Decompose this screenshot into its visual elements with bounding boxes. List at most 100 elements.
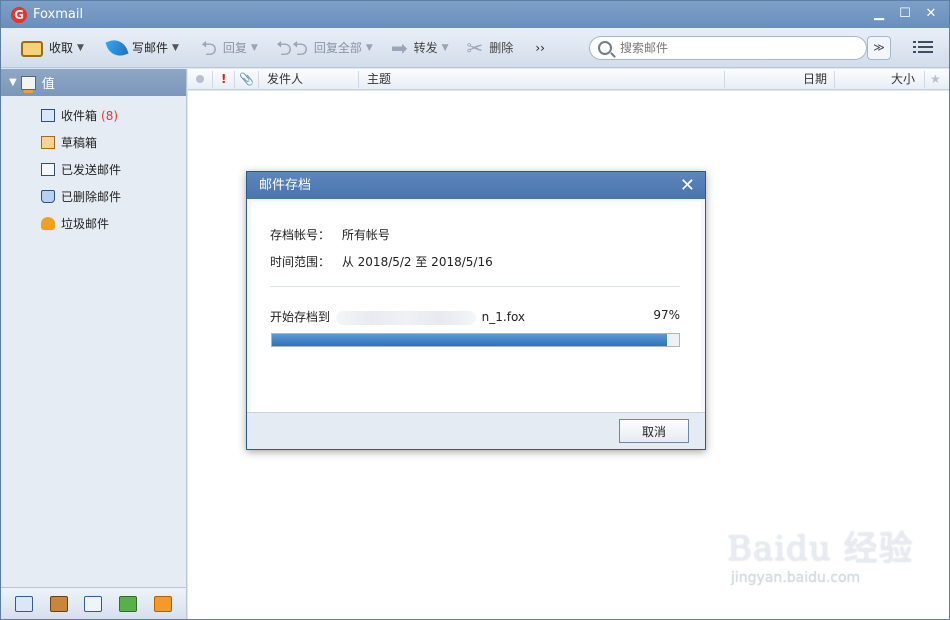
archive-account-value: 所有帐号 <box>341 228 390 242</box>
compose-button[interactable]: 写邮件 ▼ <box>102 34 185 62</box>
dialog-divider <box>270 286 680 287</box>
progress-bar <box>271 333 680 347</box>
column-sender[interactable]: 发件人 <box>258 71 303 88</box>
delete-button[interactable]: ✂ 删除 <box>461 34 520 62</box>
sidebar-item-deleted[interactable]: 已删除邮件 <box>1 183 186 210</box>
minimize-icon[interactable]: ▁ <box>869 5 889 23</box>
maximize-icon[interactable]: ☐ <box>895 5 915 23</box>
more-toolbar-button[interactable]: ›› <box>529 34 551 62</box>
attachment-column[interactable]: 📎 <box>234 71 254 88</box>
sidebar-item-junk[interactable]: 垃圾邮件 <box>1 210 186 237</box>
dialog-title-bar: 邮件存档 ✕ <box>247 172 705 199</box>
calendar-module-icon[interactable] <box>84 595 103 612</box>
progress-prefix: 开始存档到 <box>270 310 331 324</box>
chevron-down-icon[interactable]: ▼ <box>366 43 373 53</box>
account-header[interactable]: ▼ 值 <box>1 69 186 96</box>
chevron-down-icon[interactable]: ▼ <box>77 43 84 53</box>
column-size[interactable]: 大小 <box>834 71 916 88</box>
chevron-down-icon[interactable]: ▼ <box>251 43 258 53</box>
feather-icon <box>105 35 129 60</box>
message-list-header: ! 📎 发件人 主题 日期 大小 ★ <box>188 69 949 90</box>
reply-button[interactable]: ⮌ 回复 ▼ <box>195 34 264 62</box>
dialog-close-icon[interactable]: ✕ <box>680 172 695 199</box>
archive-account-label: 存档帐号： <box>270 228 331 242</box>
dialog-body: 存档帐号： 所有帐号 时间范围： 从 2018/5/2 至 2018/5/16 … <box>251 202 701 412</box>
progress-bar-fill <box>272 334 667 346</box>
chevron-down-icon[interactable]: ▼ <box>172 43 179 53</box>
time-range-row: 时间范围： 从 2018/5/2 至 2018/5/16 <box>270 253 493 270</box>
time-range-value: 从 2018/5/2 至 2018/5/16 <box>341 255 493 269</box>
collapse-triangle-icon[interactable]: ▼ <box>9 77 17 88</box>
drafts-icon <box>41 136 55 149</box>
time-range-label: 时间范围： <box>270 255 331 269</box>
reply-all-arrow-icon: ⮌⮌ <box>275 35 308 60</box>
notes-module-icon[interactable] <box>119 595 138 612</box>
window-title: Foxmail <box>33 7 84 22</box>
unread-count: (8) <box>101 108 119 123</box>
sidebar-item-drafts[interactable]: 草稿箱 <box>1 129 186 156</box>
delete-x-icon: ✂ <box>466 35 484 60</box>
inbox-icon <box>41 109 55 122</box>
read-status-column-icon[interactable] <box>196 75 204 83</box>
folder-label: 垃圾邮件 <box>61 217 110 231</box>
close-icon[interactable]: ✕ <box>921 5 941 23</box>
receive-button[interactable]: 收取 ▼ <box>15 34 90 62</box>
inbox-tray-icon <box>21 40 43 57</box>
sidebar-item-sent[interactable]: 已发送邮件 <box>1 156 186 183</box>
column-date[interactable]: 日期 <box>724 71 834 88</box>
search-box[interactable] <box>589 36 867 60</box>
search-icon <box>598 41 612 55</box>
archive-dialog: 邮件存档 ✕ 存档帐号： 所有帐号 时间范围： 从 2018/5/2 至 201… <box>246 171 706 450</box>
toolbar: 收取 ▼ 写邮件 ▼ ⮌ 回复 ▼ ⮌⮌ 回复全部 ▼ ➡ 转发 ▼ ✂ 删除 … <box>1 28 949 68</box>
progress-percent: 97% <box>653 308 680 322</box>
priority-column[interactable]: ! <box>212 71 226 88</box>
priority-icon: ! <box>221 72 227 86</box>
window-controls: ▁ ☐ ✕ <box>869 5 941 23</box>
reply-arrow-icon: ⮌ <box>200 35 217 60</box>
title-bar: G Foxmail ▁ ☐ ✕ <box>1 1 949 28</box>
dialog-footer: 取消 <box>247 412 705 449</box>
more-chevron-icon: ›› <box>535 40 545 55</box>
star-column-icon[interactable]: ★ <box>924 71 941 88</box>
junk-icon <box>41 217 55 230</box>
paperclip-icon: 📎 <box>239 72 254 86</box>
module-switcher <box>1 587 186 619</box>
account-icon <box>20 75 36 93</box>
dialog-title: 邮件存档 <box>259 178 312 193</box>
compose-label: 写邮件 <box>131 41 168 55</box>
forward-label: 转发 <box>413 41 438 55</box>
reply-label: 回复 <box>222 41 247 55</box>
reply-all-label: 回复全部 <box>313 41 362 55</box>
foxmail-logo-icon: G <box>11 6 27 23</box>
search-options-button[interactable]: ≫ <box>867 36 891 60</box>
chevron-down-icon[interactable]: ▼ <box>442 43 449 53</box>
watermark-line2: jingyan.baidu.com <box>731 570 861 586</box>
foxmail-window: G Foxmail ▁ ☐ ✕ 收取 ▼ 写邮件 ▼ ⮌ 回复 ▼ ⮌⮌ 回复全… <box>0 0 950 620</box>
folder-label: 已删除邮件 <box>61 190 122 204</box>
forward-button[interactable]: ➡ 转发 ▼ <box>385 34 455 62</box>
search-input[interactable] <box>620 41 850 55</box>
redacted-path <box>335 310 476 325</box>
column-subject[interactable]: 主题 <box>358 71 391 88</box>
folder-label: 收件箱 <box>61 109 98 123</box>
cancel-button[interactable]: 取消 <box>619 419 689 443</box>
archive-account-row: 存档帐号： 所有帐号 <box>270 226 390 243</box>
menu-list-icon[interactable] <box>913 41 933 55</box>
folder-list: 收件箱 (8) 草稿箱 已发送邮件 已删除邮件 垃圾邮件 <box>1 96 186 237</box>
mail-module-icon[interactable] <box>15 595 34 612</box>
sidebar: ▼ 值 收件箱 (8) 草稿箱 已发送邮件 已删除邮件 垃圾邮件 <box>1 69 187 619</box>
folder-label: 已发送邮件 <box>61 163 122 177</box>
delete-label: 删除 <box>489 41 514 55</box>
progress-file: n_1.fox <box>481 310 526 324</box>
folder-label: 草稿箱 <box>61 136 98 150</box>
contacts-module-icon[interactable] <box>49 595 68 612</box>
watermark-line1: Baidu 经验 <box>727 529 914 569</box>
sent-icon <box>41 163 55 176</box>
trash-icon <box>41 190 55 203</box>
rss-module-icon[interactable] <box>153 595 172 612</box>
account-name: 值 <box>41 77 55 92</box>
reply-all-button[interactable]: ⮌⮌ 回复全部 ▼ <box>270 34 379 62</box>
forward-arrow-icon: ➡ <box>390 35 408 60</box>
progress-status-line: 开始存档到 n_1.fox 97% <box>270 308 680 325</box>
sidebar-item-inbox[interactable]: 收件箱 (8) <box>1 102 186 129</box>
